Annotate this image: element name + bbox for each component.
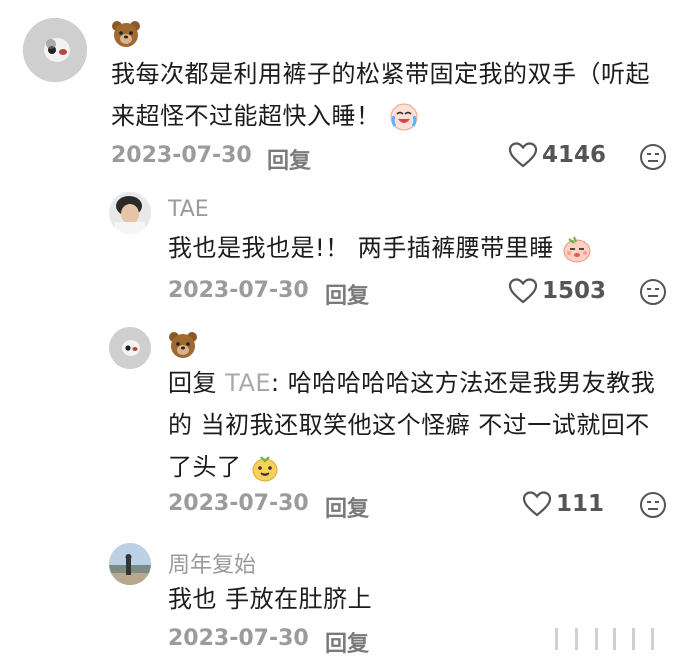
- like-button[interactable]: 111: [522, 490, 604, 518]
- comment-date: 2023-07-30: [168, 626, 309, 651]
- like-button[interactable]: 1503: [508, 277, 606, 305]
- reply-button[interactable]: 回复: [325, 491, 369, 523]
- avatar-image: [109, 192, 151, 234]
- avatar-image: [23, 18, 87, 82]
- mention-link[interactable]: TAE: [225, 369, 271, 397]
- comment-text-line: 我每次都是利用裤子的松紧带固定我的双手（听起: [111, 60, 650, 88]
- avatar-image: [109, 543, 151, 585]
- like-button[interactable]: 4146: [508, 141, 606, 169]
- reply-button[interactable]: 回复: [325, 278, 369, 310]
- comment-date: 2023-07-30: [168, 278, 309, 303]
- comment-date: 2023-07-30: [168, 491, 309, 516]
- neutral-face-icon[interactable]: [639, 491, 667, 519]
- heart-outline-icon: [508, 278, 538, 304]
- scroll-mark: [575, 628, 578, 650]
- comment-text: 我也 手放在肚脐上: [168, 585, 373, 613]
- comment-date: 2023-07-30: [111, 143, 252, 168]
- comment-text-line: 的 当初我还取笑他这个怪癖 不过一试就回不: [168, 411, 650, 439]
- bear-emoji: [112, 21, 140, 47]
- comment-text-line: 哈哈哈哈哈这方法还是我男友教我: [287, 369, 656, 397]
- avatar[interactable]: [109, 543, 151, 585]
- comment-text-line: 来超怪不过能超快入睡！: [111, 102, 381, 130]
- neutral-face-icon[interactable]: [639, 143, 667, 171]
- comment-text: 回复 TAE: 哈哈哈哈哈这方法还是我男友教我 的 当初我还取笑他这个怪癖 不过…: [168, 369, 656, 482]
- avatar-image: [109, 327, 151, 369]
- comment-text: 我每次都是利用裤子的松紧带固定我的双手（听起 来超怪不过能超快入睡！: [111, 53, 671, 137]
- like-count: 4146: [542, 142, 607, 168]
- reply-button[interactable]: 回复: [325, 626, 369, 658]
- scroll-mark: [555, 628, 558, 650]
- bear-emoji: [169, 332, 197, 358]
- scroll-mark: [651, 628, 654, 650]
- scroll-mark: [595, 628, 598, 650]
- avatar[interactable]: [109, 327, 151, 369]
- reply-prefix: 回复: [168, 369, 217, 397]
- like-count: 1503: [542, 278, 607, 304]
- username[interactable]: 周年复始: [168, 547, 256, 579]
- sleepy-emoji: [563, 236, 591, 263]
- like-count: 111: [556, 491, 605, 517]
- crying-laughing-emoji: [390, 103, 418, 131]
- scroll-mark: [632, 628, 635, 650]
- username[interactable]: TAE: [168, 197, 209, 222]
- reply-button[interactable]: 回复: [267, 143, 311, 175]
- avatar[interactable]: [109, 192, 151, 234]
- heart-outline-icon: [522, 491, 552, 517]
- scroll-mark: [613, 628, 616, 650]
- comment-text: 我也是我也是!！ 两手插裤腰带里睡: [168, 227, 592, 269]
- neutral-face-icon[interactable]: [639, 278, 667, 306]
- heart-outline-icon: [508, 142, 538, 168]
- comment-text-line: 了头了: [168, 453, 242, 481]
- smiling-emoji: [252, 456, 278, 482]
- fade-overlay: [566, 620, 676, 660]
- avatar[interactable]: [23, 18, 87, 82]
- comment-text-line: 我也是我也是!！ 两手插裤腰带里睡: [168, 234, 554, 262]
